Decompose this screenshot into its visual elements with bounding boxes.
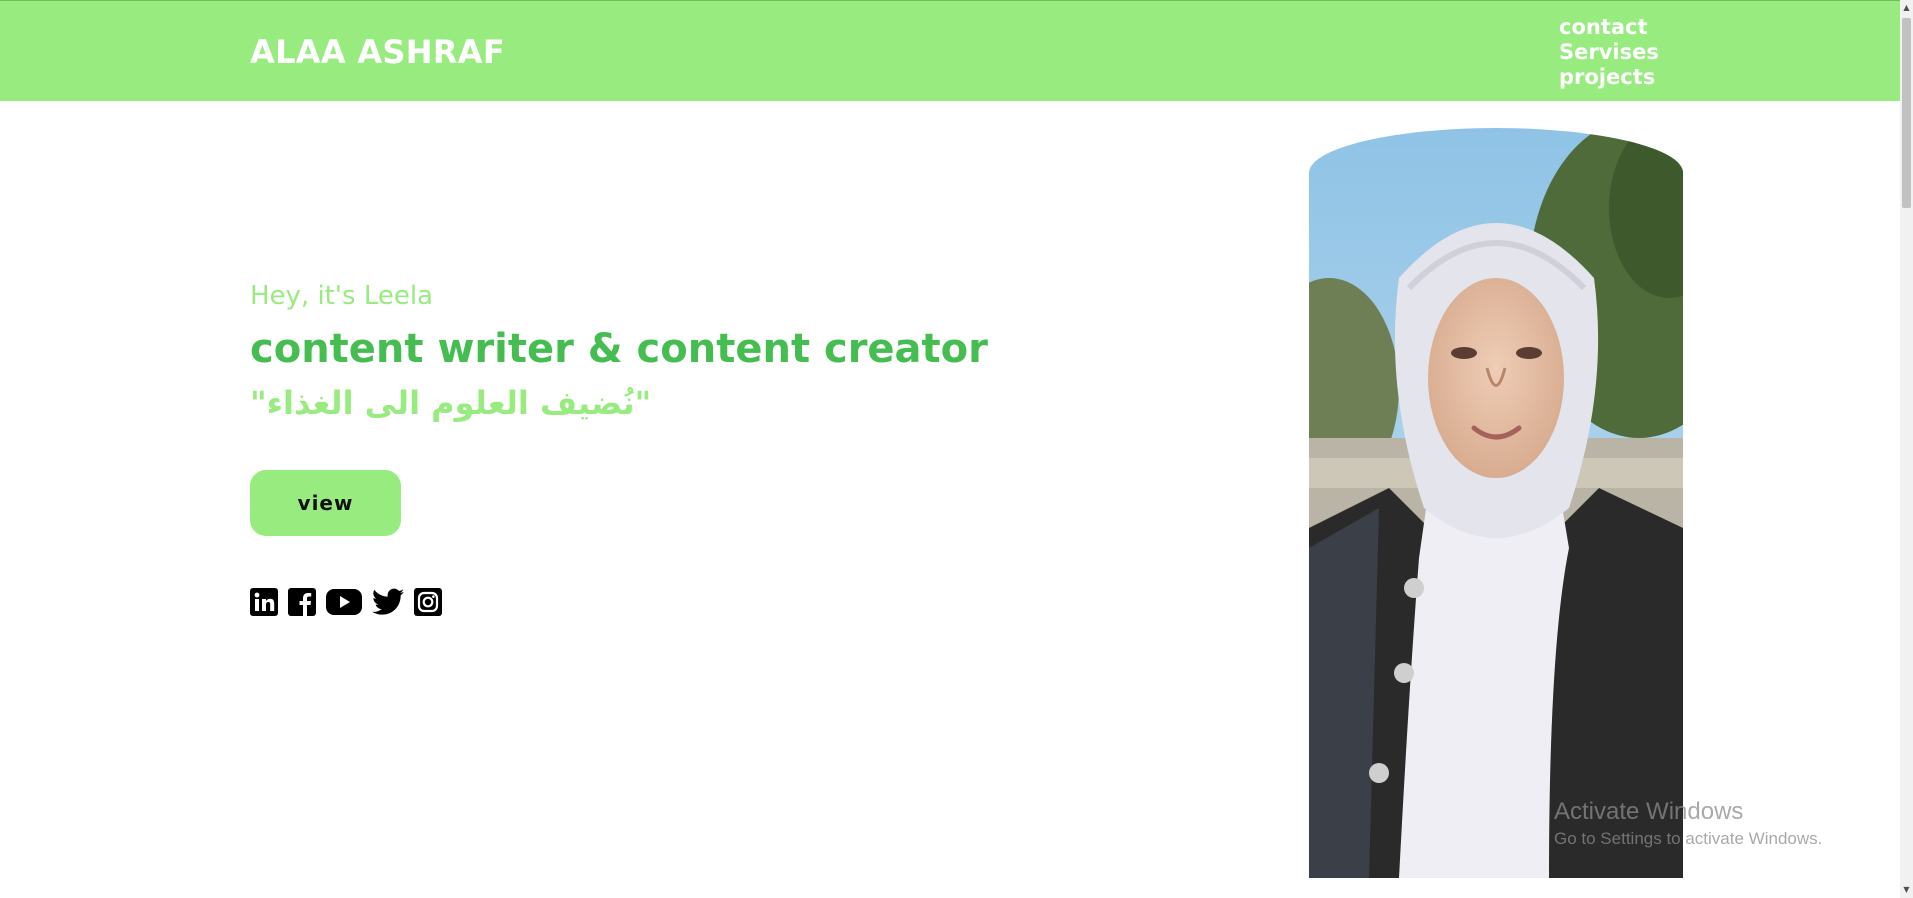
scroll-up-arrow-icon[interactable]: ▲ [1902, 2, 1911, 14]
windows-activation-watermark: Activate Windows Go to Settings to activ… [1554, 798, 1822, 852]
hero-headline: content writer & content creator [250, 326, 988, 372]
page: ALAA ASHRAF contact Servises projects He… [0, 0, 1913, 898]
scroll-down-arrow-icon[interactable]: ▼ [1902, 884, 1911, 896]
profile-photo [1309, 128, 1683, 878]
nav-link-services[interactable]: Servises [1559, 40, 1659, 65]
instagram-icon[interactable] [414, 588, 442, 616]
watermark-subtitle: Go to Settings to activate Windows. [1554, 829, 1823, 848]
top-navbar: ALAA ASHRAF contact Servises projects [0, 0, 1900, 101]
view-button[interactable]: view [250, 470, 401, 536]
brand-logo[interactable]: ALAA ASHRAF [250, 33, 505, 71]
linkedin-icon[interactable] [250, 588, 278, 616]
hero-greeting: Hey, it's Leela [250, 281, 434, 311]
twitter-icon[interactable] [372, 588, 404, 616]
youtube-icon[interactable] [326, 589, 362, 615]
main-nav: contact Servises projects [1559, 15, 1659, 90]
hero-arabic-quote: "نُضيف العلوم الى الغذاء" [250, 384, 652, 422]
facebook-icon[interactable] [288, 588, 316, 616]
social-links [250, 588, 442, 616]
nav-link-projects[interactable]: projects [1559, 65, 1659, 90]
scroll-thumb[interactable] [1902, 18, 1911, 208]
nav-link-contact[interactable]: contact [1559, 15, 1659, 40]
vertical-scrollbar[interactable]: ▲ ▼ [1900, 0, 1913, 898]
watermark-title: Activate Windows [1554, 798, 1744, 825]
